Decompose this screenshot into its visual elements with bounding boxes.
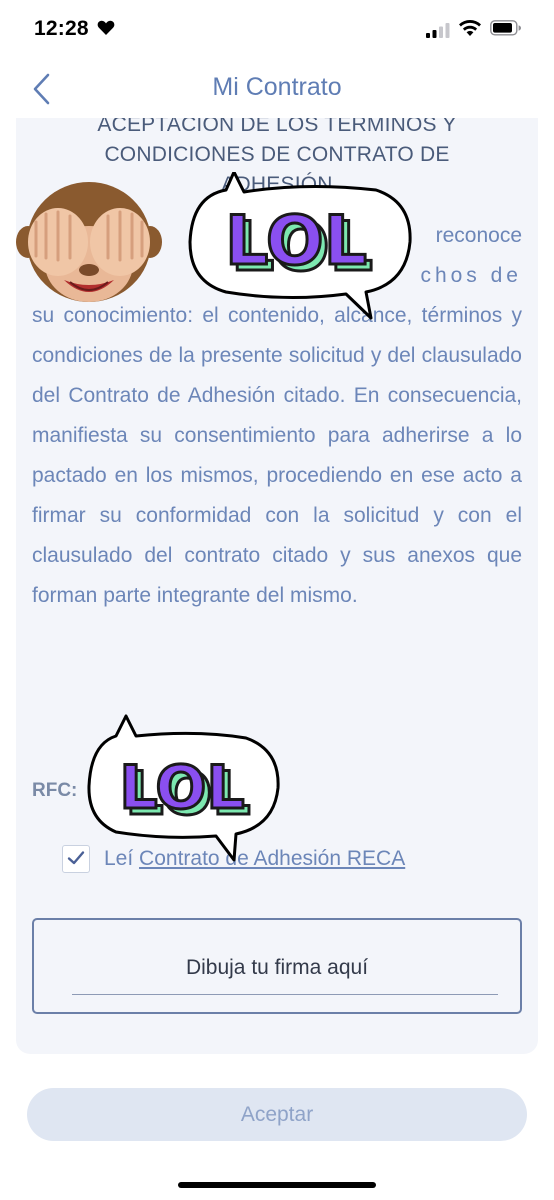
lol-speech-bubble-top: LOL LOL [186, 170, 416, 327]
status-bar: 12:28 [0, 0, 554, 60]
lol-speech-bubble-bottom: LOL LOL [86, 714, 286, 869]
battery-icon [490, 20, 522, 41]
terms-body-fragment: chos de [420, 264, 522, 287]
cellular-signal-icon [426, 22, 450, 43]
signature-line [72, 994, 498, 995]
navigation-bar: Mi Contrato [0, 60, 554, 118]
status-time: 12:28 [34, 17, 89, 40]
home-indicator [178, 1182, 376, 1188]
terms-body-fragment: reconoce [435, 224, 522, 247]
page-title: Mi Contrato [212, 73, 342, 101]
lol-sticker-text: LOL [225, 202, 367, 281]
accept-button[interactable]: Aceptar [27, 1088, 527, 1141]
terms-heading-line: ACEPTACION DE LOS TERMINOS Y [97, 118, 457, 136]
see-no-evil-monkey-icon [14, 172, 164, 317]
heart-icon [97, 20, 115, 41]
wifi-icon [458, 19, 482, 42]
rfc-label: RFC: [32, 780, 78, 801]
terms-body-text: su conocimiento: el contenido, alcance, … [32, 304, 522, 607]
signature-placeholder: Dibuja tu firma aquí [185, 956, 369, 979]
signature-pad[interactable]: Dibuja tu firma aquí [32, 918, 522, 1014]
lol-sticker-text: LOL [119, 753, 244, 823]
terms-heading-line: CONDICIONES DE CONTRATO DE [104, 143, 450, 166]
